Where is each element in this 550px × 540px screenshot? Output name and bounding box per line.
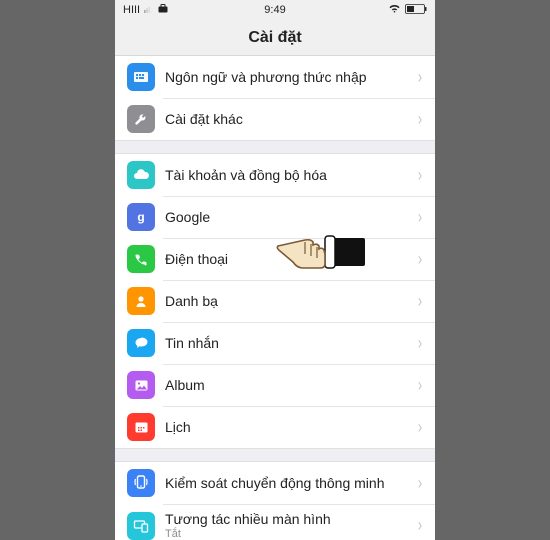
group-accounts-apps: Tài khoản và đồng bộ hóa › g Google › Đi…: [115, 153, 435, 449]
photo-icon: [127, 371, 155, 399]
row-album[interactable]: Album ›: [115, 364, 435, 406]
phone-icon: [127, 245, 155, 273]
keyboard-icon: [127, 63, 155, 91]
chevron-right-icon: ›: [418, 375, 422, 396]
battery-icon: [405, 4, 427, 17]
settings-scroll[interactable]: Ngôn ngữ và phương thức nhập › Cài đặt k…: [115, 56, 435, 540]
multiscreen-icon: [127, 512, 155, 540]
chevron-right-icon: ›: [418, 207, 422, 228]
row-subtitle: Tắt: [165, 528, 411, 540]
row-label: Kiểm soát chuyển động thông minh: [165, 475, 411, 491]
status-bar: HIII 9:49: [115, 0, 435, 20]
row-more-settings[interactable]: Cài đặt khác ›: [115, 98, 435, 140]
chevron-right-icon: ›: [418, 333, 422, 354]
group-general: Ngôn ngữ và phương thức nhập › Cài đặt k…: [115, 56, 435, 141]
person-icon: [127, 287, 155, 315]
calendar-icon: [127, 413, 155, 441]
page-title-bar: Cài đặt: [115, 20, 435, 56]
row-motion-control[interactable]: Kiểm soát chuyển động thông minh ›: [115, 462, 435, 504]
row-label: Tương tác nhiều màn hình: [165, 511, 411, 527]
row-label: Tin nhắn: [165, 335, 411, 351]
signal-icon: [144, 4, 154, 16]
row-phone[interactable]: Điện thoại ›: [115, 238, 435, 280]
row-label: Ngôn ngữ và phương thức nhập: [165, 69, 411, 85]
cloud-icon: [127, 161, 155, 189]
briefcase-icon: [158, 4, 168, 16]
row-label: Cài đặt khác: [165, 111, 411, 127]
row-label: Tài khoản và đồng bộ hóa: [165, 167, 411, 183]
svg-text:g: g: [137, 210, 144, 224]
chevron-right-icon: ›: [418, 417, 422, 438]
row-label: Google: [165, 209, 411, 225]
chevron-right-icon: ›: [418, 249, 422, 270]
chevron-right-icon: ›: [418, 109, 422, 130]
wifi-icon: [388, 4, 401, 16]
chat-icon: [127, 329, 155, 357]
phone-screen: HIII 9:49 Cài đặt Ngô: [115, 0, 435, 540]
chevron-right-icon: ›: [418, 291, 422, 312]
row-multiscreen[interactable]: Tương tác nhiều màn hình Tắt ›: [115, 504, 435, 540]
row-label: Lịch: [165, 419, 411, 435]
row-contacts[interactable]: Danh bạ ›: [115, 280, 435, 322]
chevron-right-icon: ›: [418, 165, 422, 186]
row-label: Điện thoại: [165, 251, 411, 267]
chevron-right-icon: ›: [418, 67, 422, 88]
motion-icon: [127, 469, 155, 497]
wrench-icon: [127, 105, 155, 133]
clock-label: 9:49: [264, 4, 285, 16]
row-google[interactable]: g Google ›: [115, 196, 435, 238]
carrier-label: HIII: [123, 4, 140, 16]
chevron-right-icon: ›: [418, 473, 422, 494]
group-smart: Kiểm soát chuyển động thông minh › Tương…: [115, 461, 435, 540]
google-icon: g: [127, 203, 155, 231]
row-language-input[interactable]: Ngôn ngữ và phương thức nhập ›: [115, 56, 435, 98]
chevron-right-icon: ›: [418, 515, 422, 536]
row-messages[interactable]: Tin nhắn ›: [115, 322, 435, 364]
page-title: Cài đặt: [248, 29, 301, 47]
row-label: Album: [165, 377, 411, 393]
row-label: Danh bạ: [165, 293, 411, 309]
row-calendar[interactable]: Lịch ›: [115, 406, 435, 448]
row-accounts-sync[interactable]: Tài khoản và đồng bộ hóa ›: [115, 154, 435, 196]
